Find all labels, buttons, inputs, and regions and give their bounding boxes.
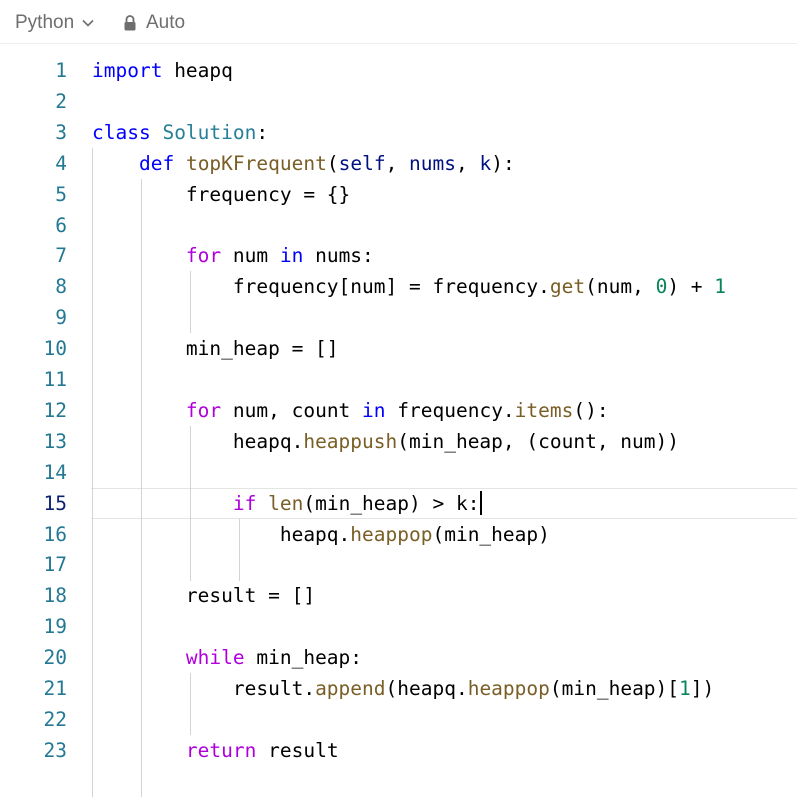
line-number: 3 — [55, 121, 67, 144]
line-number: 6 — [55, 214, 67, 237]
code-line[interactable]: 4 def topKFrequent(self, nums, k): — [0, 148, 797, 179]
code-line[interactable]: 14 — [0, 457, 797, 488]
line-code: min_heap = [] — [92, 337, 339, 360]
code-line[interactable]: 22 — [0, 704, 797, 735]
line-code: return result — [185, 739, 339, 762]
line-number: 4 — [55, 152, 67, 175]
line-number: 14 — [43, 461, 67, 484]
code-line[interactable]: 13 heapq.heappush(min_heap, (count, num)… — [0, 426, 797, 457]
line-code: if len(min_heap) > k: — [92, 488, 483, 519]
indent-guide — [190, 426, 191, 581]
line-number: 2 — [55, 90, 67, 113]
line-number: 18 — [43, 584, 67, 607]
line-code: frequency = {} — [92, 183, 351, 206]
mode-indicator[interactable]: Auto — [122, 11, 185, 35]
line-number: 23 — [43, 739, 67, 762]
indent-guide — [92, 148, 93, 797]
line-number: 17 — [43, 553, 67, 576]
code-line[interactable]: 15 if len(min_heap) > k: — [0, 488, 797, 519]
chevron-down-icon — [82, 19, 94, 27]
line-code: frequency[num] = frequency.get(num, 0) +… — [92, 275, 727, 298]
line-code: result.append(heapq.heappop(min_heap)[1]… — [92, 677, 715, 700]
line-number: 1 — [55, 59, 67, 82]
line-number: 11 — [43, 368, 67, 391]
mode-label: Auto — [146, 12, 186, 33]
code-line[interactable]: 19 — [0, 611, 797, 642]
line-code: result = [] — [92, 584, 316, 607]
code-line[interactable]: 20 while min_heap: — [0, 642, 797, 673]
language-selector[interactable]: Python — [15, 11, 95, 35]
code-line[interactable]: 3 class Solution: — [0, 117, 797, 148]
code-line[interactable]: 6 — [0, 210, 797, 241]
code-line[interactable]: 10 min_heap = [] — [0, 333, 797, 364]
code-line[interactable]: 7 for num in nums: — [0, 240, 797, 271]
lock-icon — [124, 15, 136, 31]
line-number: 12 — [43, 399, 67, 422]
code-line[interactable]: 18 result = [] — [0, 580, 797, 611]
line-code: heapq.heappush(min_heap, (count, num)) — [92, 430, 680, 453]
line-code: class Solution: — [92, 121, 269, 144]
code-line[interactable]: 5 frequency = {} — [0, 179, 797, 210]
line-number: 10 — [43, 337, 67, 360]
text-cursor — [480, 491, 483, 515]
indent-guide — [190, 673, 191, 735]
language-label: Python — [15, 12, 75, 33]
code-line[interactable]: 23 return result — [0, 735, 797, 766]
line-number: 15 — [43, 492, 67, 515]
code-editor[interactable]: 1 import heapq 2 3 class Solution: 4 def topK… — [0, 55, 797, 797]
line-number: 20 — [43, 646, 67, 669]
line-code: def topKFrequent(self, nums, k): — [138, 152, 515, 175]
code-line[interactable]: 17 — [0, 549, 797, 580]
indent-guide — [239, 519, 240, 581]
indent-guide — [141, 179, 142, 797]
line-number: 13 — [43, 430, 67, 453]
code-line[interactable]: 11 — [0, 364, 797, 395]
line-number: 7 — [55, 244, 67, 267]
code-line[interactable]: 21 result.append(heapq.heappop(min_heap)… — [0, 673, 797, 704]
indent-guide — [190, 271, 191, 333]
code-line[interactable]: 9 — [0, 302, 797, 333]
code-line[interactable]: 2 — [0, 86, 797, 117]
line-number: 22 — [43, 708, 67, 731]
line-code: for num, count in frequency.items(): — [185, 399, 609, 422]
line-code: import heapq — [92, 59, 233, 82]
line-number: 5 — [55, 183, 67, 206]
code-line[interactable]: 1 import heapq — [0, 55, 797, 86]
line-number: 21 — [43, 677, 67, 700]
line-number: 8 — [55, 275, 67, 298]
code-line[interactable]: 8 frequency[num] = frequency.get(num, 0)… — [0, 271, 797, 302]
editor-toolbar: Python Auto — [0, 0, 797, 44]
line-number: 16 — [43, 523, 67, 546]
line-number: 9 — [55, 306, 67, 329]
line-number: 19 — [43, 615, 67, 638]
line-code: for num in nums: — [185, 244, 374, 267]
code-line[interactable]: 16 heapq.heappop(min_heap) — [0, 519, 797, 550]
line-code: heapq.heappop(min_heap) — [92, 523, 550, 546]
code-line[interactable]: 12 for num, count in frequency.items(): — [0, 395, 797, 426]
line-code: while min_heap: — [185, 646, 363, 669]
